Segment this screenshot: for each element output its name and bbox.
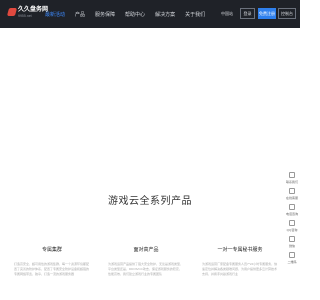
float-item-qrcode[interactable]: 二维码 — [284, 250, 300, 266]
qq-icon — [289, 220, 295, 226]
logo-domain: 9955.net — [18, 14, 32, 18]
float-item-label: QQ咨询 — [286, 228, 298, 232]
nav-item-about-us[interactable]: 关于我们 — [185, 11, 205, 18]
float-item-label: 在线客服 — [285, 196, 298, 200]
feature-card-high-products: 面对高产品 为游戏运营产品提供了强大安全防护，无论是游戏类型、平台类型还是，DD… — [108, 246, 184, 277]
nav-item-service-guarantee[interactable]: 服务保障 — [95, 11, 115, 18]
section-title: 游戏云全系列产品 — [108, 196, 192, 207]
float-item-label: 电话咨询 — [285, 212, 298, 216]
float-item-qq[interactable]: QQ咨询 — [284, 218, 300, 234]
wechat-icon — [289, 236, 295, 242]
float-item-label: 微信 — [288, 244, 295, 248]
feature-card-dedicated-service: 一对一专属秘书服务 为游戏运营厂家配备专属服务人员7*24小时专属服务，快速定位… — [202, 246, 278, 277]
float-item-label: 二维码 — [287, 260, 297, 264]
feature-title: 一对一专属秘书服务 — [217, 247, 263, 253]
register-button[interactable]: 免费注册 — [258, 8, 276, 19]
chat-icon — [289, 188, 295, 194]
logo-brand: 久久盘务网 — [18, 7, 49, 13]
float-item-label: 联系我们 — [285, 180, 298, 184]
site-logo[interactable]: 久久盘务网 9955.net — [6, 6, 48, 22]
float-item-wechat[interactable]: 微信 — [284, 234, 300, 250]
qrcode-icon — [289, 252, 295, 258]
phone-icon — [289, 204, 295, 210]
region-selector[interactable]: 中国站 — [221, 11, 233, 17]
contact-icon — [289, 172, 295, 178]
top-header: 久久盘务网 9955.net 最新活动 产品 服务保障 帮助中心 解决方案 关于… — [0, 0, 300, 28]
login-button[interactable]: 登录 — [240, 8, 255, 19]
nav-item-solutions[interactable]: 解决方案 — [155, 11, 175, 18]
logo-emblem — [6, 8, 18, 16]
right-float-bar: 联系我们 在线客服 电话咨询 QQ咨询 微信 二维码 — [284, 170, 300, 266]
main-nav: 最新活动 产品 服务保障 帮助中心 解决方案 关于我们 — [45, 0, 215, 28]
float-item-online-service[interactable]: 在线客服 — [284, 186, 300, 202]
feature-card-dedicated-cluster: 专属集群 打造高安全、超可用性的游戏集群，每一个资源环境都配置了完善的防护体系，… — [14, 246, 90, 277]
feature-description: 打造高安全、超可用性的游戏集群，每一个资源环境都配置了完善的防护体系，配置了专属… — [14, 262, 90, 276]
feature-description: 为游戏运营产品提供了强大安全防护，无论是游戏类型、平台类型还是，DDOS/CC攻… — [108, 262, 184, 276]
feature-title: 专属集群 — [41, 247, 62, 253]
nav-item-products[interactable]: 产品 — [75, 11, 85, 18]
feature-description: 为游戏运营厂家配备专属服务人员7*24小时专属服务，快速定位并解决各类疑难问题，… — [202, 262, 278, 276]
nav-item-help-center[interactable]: 帮助中心 — [125, 11, 145, 18]
feature-title: 面对高产品 — [133, 247, 159, 253]
float-item-contact[interactable]: 联系我们 — [284, 170, 300, 186]
float-item-phone[interactable]: 电话咨询 — [284, 202, 300, 218]
nav-item-latest-activity[interactable]: 最新活动 — [45, 11, 65, 18]
console-button[interactable]: 控制台 — [278, 8, 296, 19]
